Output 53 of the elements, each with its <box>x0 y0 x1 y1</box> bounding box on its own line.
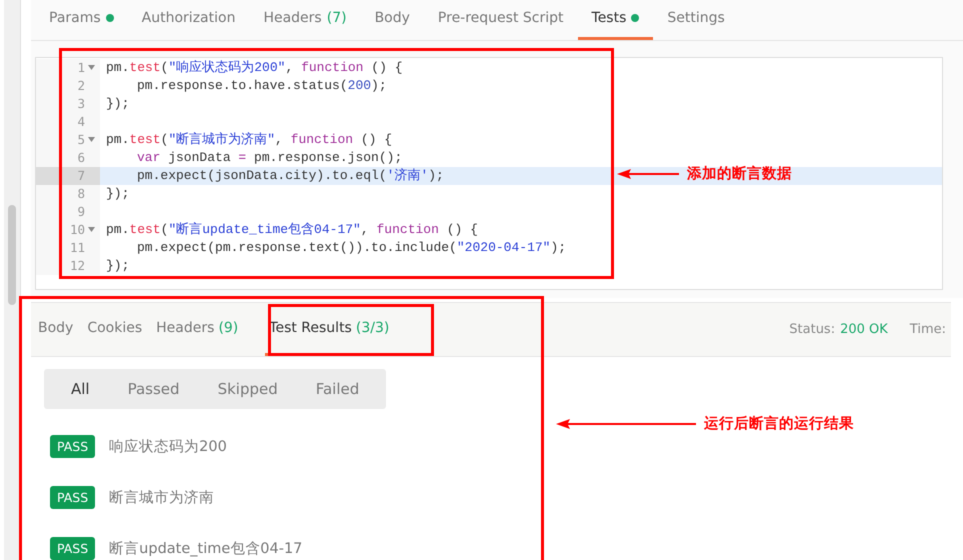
fold-caret-icon[interactable] <box>88 137 95 142</box>
pass-badge: PASS <box>50 486 96 509</box>
code-line: pm.expect(pm.response.text()).to.include("2020-04-17"); <box>136 238 566 257</box>
annotation-text: 添加的断言数据 <box>687 164 792 183</box>
line-number: 2 <box>77 78 85 94</box>
code-line: pm.expect(jsonData.city).to.eql('济南'); <box>136 166 444 185</box>
response-tab[interactable]: Headers (9) <box>149 302 246 356</box>
fold-caret-icon[interactable] <box>88 227 95 232</box>
status-label: Status: <box>789 322 836 337</box>
fold-caret-icon[interactable] <box>88 65 95 70</box>
code-line: pm.test("响应状态码为200", function () { <box>105 58 402 77</box>
line-number: 10 <box>70 222 85 238</box>
code-editor[interactable] <box>35 56 943 290</box>
request-tab[interactable]: Authorization <box>128 0 250 40</box>
filter-tab[interactable]: Skipped <box>198 380 297 398</box>
request-tab[interactable]: Body <box>360 0 424 40</box>
scrollbar-thumb[interactable] <box>8 205 16 305</box>
time-label: Time: <box>910 322 946 337</box>
annotation-arrow <box>617 168 679 178</box>
line-number: 5 <box>77 132 85 148</box>
response-tab[interactable]: Test Results (3/3) <box>265 302 394 356</box>
line-number: 4 <box>77 114 85 130</box>
pass-badge: PASS <box>50 537 96 560</box>
response-tab[interactable]: Cookies <box>80 302 150 356</box>
code-line: pm.test("断言update_time包含04-17", function () { <box>105 220 478 239</box>
request-tab[interactable]: Headers (7) <box>249 0 361 40</box>
line-number: 9 <box>77 204 85 220</box>
line-number: 8 <box>77 186 85 202</box>
test-name: 断言update_time包含04-17 <box>109 540 302 558</box>
filter-tab[interactable]: Failed <box>296 380 378 398</box>
line-number: 7 <box>77 168 85 184</box>
code-line: }); <box>105 94 130 113</box>
pass-badge: PASS <box>50 435 96 458</box>
request-tab[interactable]: Settings <box>653 0 739 40</box>
request-tab[interactable]: Pre-request Script <box>424 0 578 40</box>
filter-tab[interactable]: Passed <box>108 380 199 398</box>
code-line: pm.test("断言城市为济南", function () { <box>105 130 392 149</box>
filter-tab[interactable]: All <box>52 380 109 398</box>
code-line: }); <box>105 256 130 275</box>
annotation-text: 运行后断言的运行结果 <box>704 414 854 433</box>
line-number: 1 <box>77 60 85 76</box>
line-number: 12 <box>70 258 85 274</box>
response-tab[interactable]: Body <box>31 302 80 356</box>
status-value: 200 OK <box>840 322 888 337</box>
line-number: 3 <box>77 96 85 112</box>
test-name: 响应状态码为200 <box>109 438 227 456</box>
line-number: 6 <box>77 150 85 166</box>
code-line: pm.response.to.have.status(200); <box>136 76 387 95</box>
code-line: }); <box>105 184 130 203</box>
line-number: 11 <box>70 240 85 256</box>
request-tab[interactable]: Params <box>35 0 128 40</box>
code-line: var jsonData = pm.response.json(); <box>136 148 402 167</box>
test-name: 断言城市为济南 <box>109 488 214 507</box>
